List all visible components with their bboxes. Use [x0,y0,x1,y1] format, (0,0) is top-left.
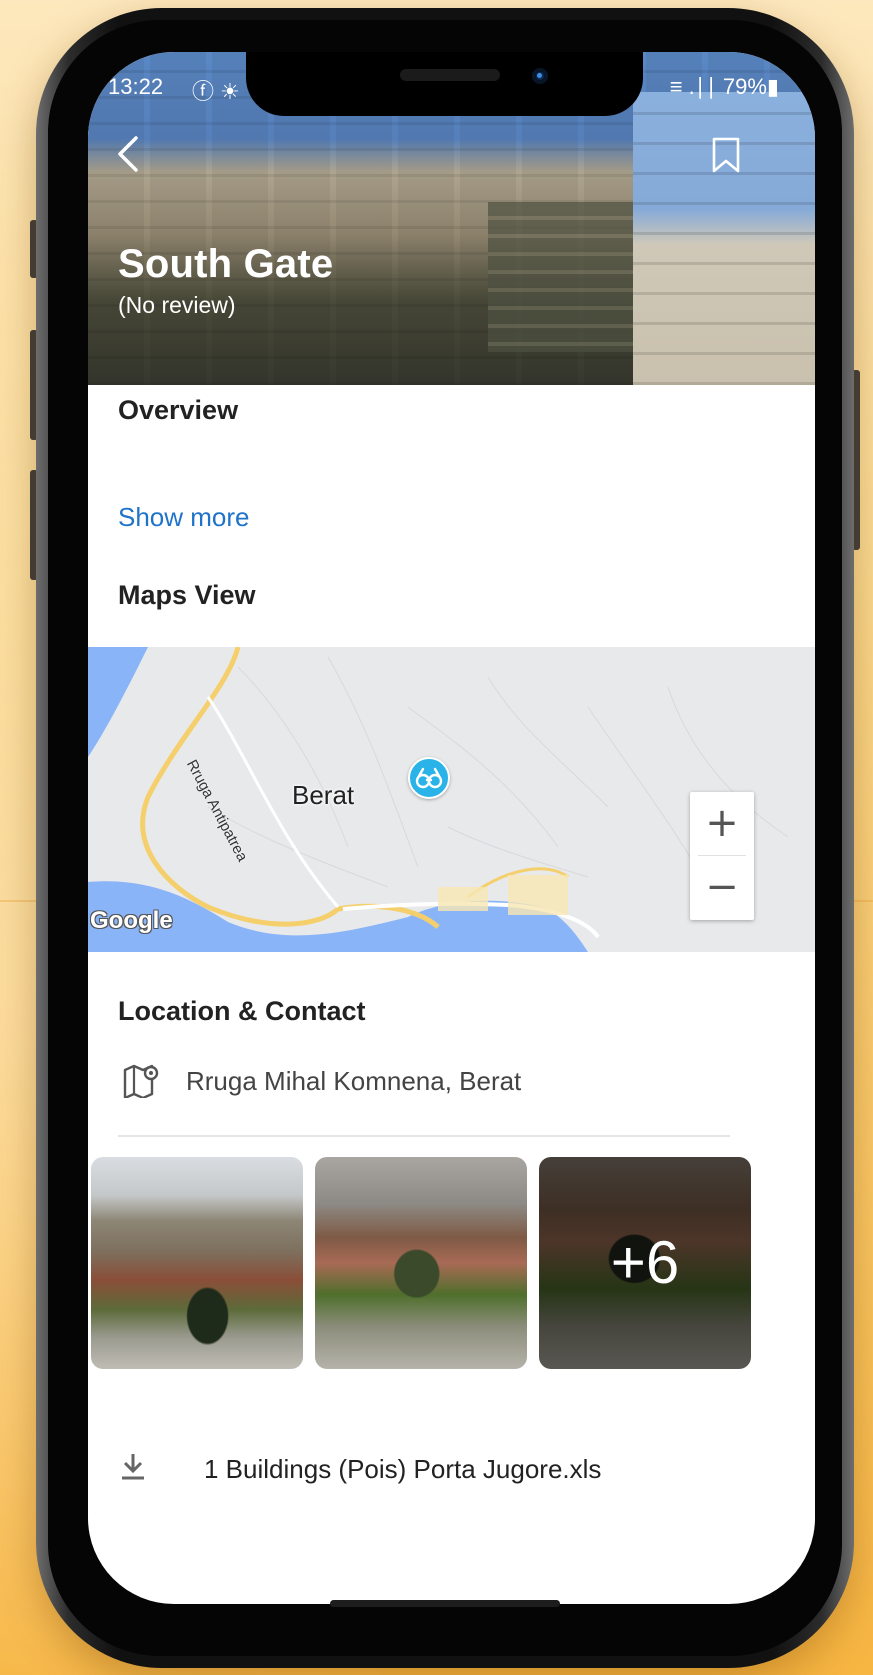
front-camera [532,68,548,84]
battery-signal-status: ≡ .∣∣ 79%▮ [669,74,779,99]
zoom-in-button[interactable]: + [690,792,754,856]
binoculars-icon [415,767,443,789]
map-location-pin[interactable] [408,757,450,799]
google-logo: Google [90,907,173,934]
place-title: South Gate [118,242,334,286]
bookmark-icon [712,137,740,173]
review-status: (No review) [118,292,236,318]
gallery-more-photos[interactable]: +6 [539,1157,751,1369]
address-text[interactable]: Rruga Mihal Komnena, Berat [186,1066,521,1097]
phone-notch [246,52,643,116]
location-contact-heading: Location & Contact [118,996,366,1026]
bookmark-button[interactable] [708,136,744,174]
home-indicator[interactable] [330,1600,560,1607]
back-button[interactable] [108,132,152,176]
download-icon [122,1454,144,1480]
zoom-out-button[interactable]: − [690,856,754,920]
map-view[interactable]: Rruga Antipatrea Berat Google + − [88,647,815,952]
map-city-label: Berat [292,780,355,810]
overview-heading: Overview [118,395,239,425]
file-download-button[interactable] [120,1452,146,1482]
notification-icons: ⓕ ☀ [192,79,240,104]
download-file-name[interactable]: 1 Buildings (Pois) Porta Jugore.xls [204,1454,601,1485]
more-photos-count: +6 [610,1229,680,1296]
status-time: 13:22 [108,74,164,99]
show-more-link[interactable]: Show more [118,502,250,533]
address-row-icon [122,1062,162,1100]
app-screen: 13:22 ⓕ ☀ ≡ .∣∣ 79%▮ South Gate (No revi… [88,52,815,1604]
gallery-photo[interactable] [91,1157,303,1369]
maps-view-heading: Maps View [118,580,256,610]
map-zoom-controls: + − [690,792,754,920]
earpiece-speaker [400,69,500,81]
chevron-left-icon [118,136,138,172]
map-pin-icon [123,1064,159,1100]
section-divider [118,1135,730,1137]
gallery-photo[interactable] [315,1157,527,1369]
